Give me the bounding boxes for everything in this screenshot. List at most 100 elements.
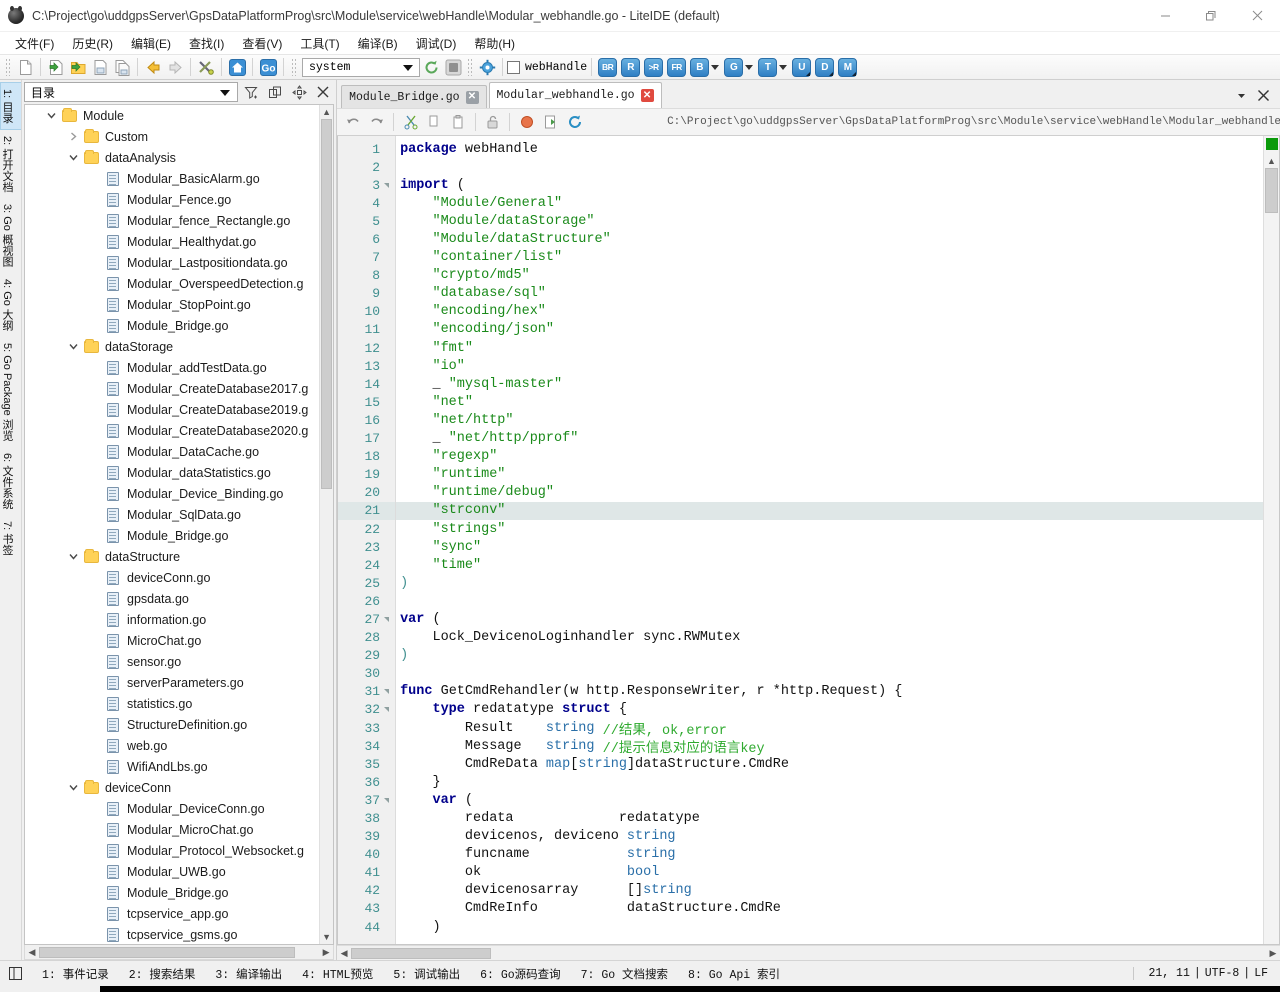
- encoding-label[interactable]: UTF-8: [1203, 967, 1242, 980]
- tree-file-row[interactable]: Modular_Lastpositiondata.go: [25, 252, 319, 273]
- code-line[interactable]: }: [396, 773, 1263, 791]
- build-target-checkbox[interactable]: [507, 60, 520, 74]
- copy-icon[interactable]: [423, 111, 446, 134]
- tree-file-row[interactable]: information.go: [25, 609, 319, 630]
- go-icon[interactable]: Go: [257, 56, 279, 78]
- editor-vertical-scrollbar[interactable]: ▲: [1263, 136, 1279, 944]
- code-line[interactable]: ): [396, 647, 1263, 665]
- code-line[interactable]: ok bool: [396, 864, 1263, 882]
- close-icon[interactable]: [1234, 0, 1280, 32]
- tree-file-row[interactable]: Modular_dataStatistics.go: [25, 462, 319, 483]
- chevron-down-icon[interactable]: [779, 64, 788, 70]
- dropdown-corner-icon[interactable]: [848, 71, 857, 76]
- tree-file-row[interactable]: Modular_Device_Binding.go: [25, 483, 319, 504]
- code-line[interactable]: [396, 158, 1263, 176]
- code-line[interactable]: "io": [396, 357, 1263, 375]
- status-tab-go-api-index[interactable]: 8: Go Api 索引: [678, 966, 790, 982]
- chevron-down-icon[interactable]: [65, 152, 81, 163]
- toolbar-grip[interactable]: [291, 58, 297, 76]
- open-folder-icon[interactable]: [67, 56, 89, 78]
- tree-folder-row[interactable]: Module: [25, 105, 319, 126]
- file-tree-scroll-thumb[interactable]: [321, 119, 333, 489]
- tree-file-row[interactable]: Modular_Fence.go: [25, 189, 319, 210]
- status-tab-search-results[interactable]: 2: 搜索结果: [119, 966, 206, 982]
- panel-toggle-icon[interactable]: [4, 964, 26, 984]
- tree-file-row[interactable]: Modular_StopPoint.go: [25, 294, 319, 315]
- code-line[interactable]: import (: [396, 176, 1263, 194]
- get-button[interactable]: G: [724, 57, 744, 77]
- tree-file-row[interactable]: tcpservice_app.go: [25, 903, 319, 924]
- code-line[interactable]: "net": [396, 393, 1263, 411]
- scroll-left-icon[interactable]: ◀: [337, 947, 351, 960]
- close-icon[interactable]: [1257, 89, 1270, 105]
- tree-file-row[interactable]: Modular_MicroChat.go: [25, 819, 319, 840]
- file-panel-combo[interactable]: 目录: [24, 82, 239, 102]
- tree-file-row[interactable]: Modular_UWB.go: [25, 861, 319, 882]
- chevron-down-icon[interactable]: [1236, 90, 1247, 104]
- tree-file-row[interactable]: Modular_DeviceConn.go: [25, 798, 319, 819]
- collapse-all-icon[interactable]: [264, 82, 286, 102]
- breakpoint-icon[interactable]: [515, 111, 538, 134]
- code-line[interactable]: "sync": [396, 538, 1263, 556]
- code-line[interactable]: "regexp": [396, 448, 1263, 466]
- tree-file-row[interactable]: Module_Bridge.go: [25, 315, 319, 336]
- status-tab-debug-output[interactable]: 5: 调试输出: [383, 966, 470, 982]
- chevron-down-icon[interactable]: [65, 551, 81, 562]
- chevron-down-icon[interactable]: [65, 782, 81, 793]
- chevron-down-icon[interactable]: [65, 341, 81, 352]
- paste-icon[interactable]: [447, 111, 470, 134]
- reload-icon[interactable]: [563, 111, 586, 134]
- update-button[interactable]: U: [792, 57, 812, 77]
- toolbar-grip[interactable]: [5, 58, 11, 76]
- code-line[interactable]: CmdReInfo dataStructure.CmdRe: [396, 900, 1263, 918]
- code-line[interactable]: func GetCmdRehandler(w http.ResponseWrit…: [396, 683, 1263, 701]
- code-line[interactable]: "Module/General": [396, 194, 1263, 212]
- chevron-down-icon[interactable]: [43, 110, 59, 121]
- tree-folder-row[interactable]: dataAnalysis: [25, 147, 319, 168]
- code-line[interactable]: funcname string: [396, 846, 1263, 864]
- chevron-right-icon[interactable]: [65, 131, 81, 142]
- tree-file-row[interactable]: statistics.go: [25, 693, 319, 714]
- gear-icon[interactable]: [476, 56, 498, 78]
- tree-file-row[interactable]: Modular_CreateDatabase2017.g: [25, 378, 319, 399]
- make-button[interactable]: M: [838, 57, 858, 77]
- menu-file[interactable]: 文件(F): [6, 33, 63, 54]
- code-line[interactable]: "time": [396, 556, 1263, 574]
- scroll-right-icon[interactable]: ▶: [319, 946, 333, 959]
- file-run-button[interactable]: FR: [667, 57, 687, 77]
- editor-scroll-thumb[interactable]: [1265, 168, 1278, 213]
- scroll-up-icon[interactable]: ▲: [320, 105, 333, 119]
- menu-view[interactable]: 查看(V): [233, 33, 291, 54]
- sidebar-tab-go-outline[interactable]: 4: Go 大纲: [0, 273, 21, 337]
- code-line[interactable]: "container/list": [396, 249, 1263, 267]
- code-line[interactable]: "encoding/json": [396, 321, 1263, 339]
- run-args-button[interactable]: >R: [644, 57, 664, 77]
- tree-folder-row[interactable]: dataStructure: [25, 546, 319, 567]
- redo-icon[interactable]: [365, 111, 388, 134]
- forward-arrow-icon[interactable]: [164, 56, 186, 78]
- fold-marker-icon[interactable]: [382, 616, 391, 622]
- code-line[interactable]: ): [396, 574, 1263, 592]
- tree-file-row[interactable]: Modular_OverspeedDetection.g: [25, 273, 319, 294]
- code-line[interactable]: _ "mysql-master": [396, 375, 1263, 393]
- tree-file-row[interactable]: Modular_Protocol_Websocket.g: [25, 840, 319, 861]
- tree-file-row[interactable]: Modular_DataCache.go: [25, 441, 319, 462]
- dropdown-corner-icon[interactable]: [802, 71, 811, 76]
- tree-file-row[interactable]: Modular_CreateDatabase2019.g: [25, 399, 319, 420]
- menu-history[interactable]: 历史(R): [63, 33, 122, 54]
- code-line[interactable]: [396, 592, 1263, 610]
- code-editor[interactable]: 1 2 3 4 5 6 7 8 9 10 11 12 13 14 15 16 17 18 19 20 21 22 23 24 2…: [337, 136, 1280, 945]
- toolbar-grip[interactable]: [467, 58, 473, 76]
- tree-file-row[interactable]: Modular_addTestData.go: [25, 357, 319, 378]
- test-button[interactable]: T: [758, 57, 778, 77]
- file-tree-vertical-scrollbar[interactable]: ▲ ▼: [319, 105, 334, 944]
- menu-build[interactable]: 编译(B): [349, 33, 407, 54]
- tree-file-row[interactable]: gpsdata.go: [25, 588, 319, 609]
- menu-edit[interactable]: 编辑(E): [122, 33, 180, 54]
- tree-file-row[interactable]: MicroChat.go: [25, 630, 319, 651]
- tree-file-row[interactable]: WifiAndLbs.go: [25, 756, 319, 777]
- code-line[interactable]: type redatatype struct {: [396, 701, 1263, 719]
- tree-file-row[interactable]: Modular_fence_Rectangle.go: [25, 210, 319, 231]
- menu-help[interactable]: 帮助(H): [465, 33, 524, 54]
- status-tab-go-source-query[interactable]: 6: Go源码查询: [470, 966, 571, 982]
